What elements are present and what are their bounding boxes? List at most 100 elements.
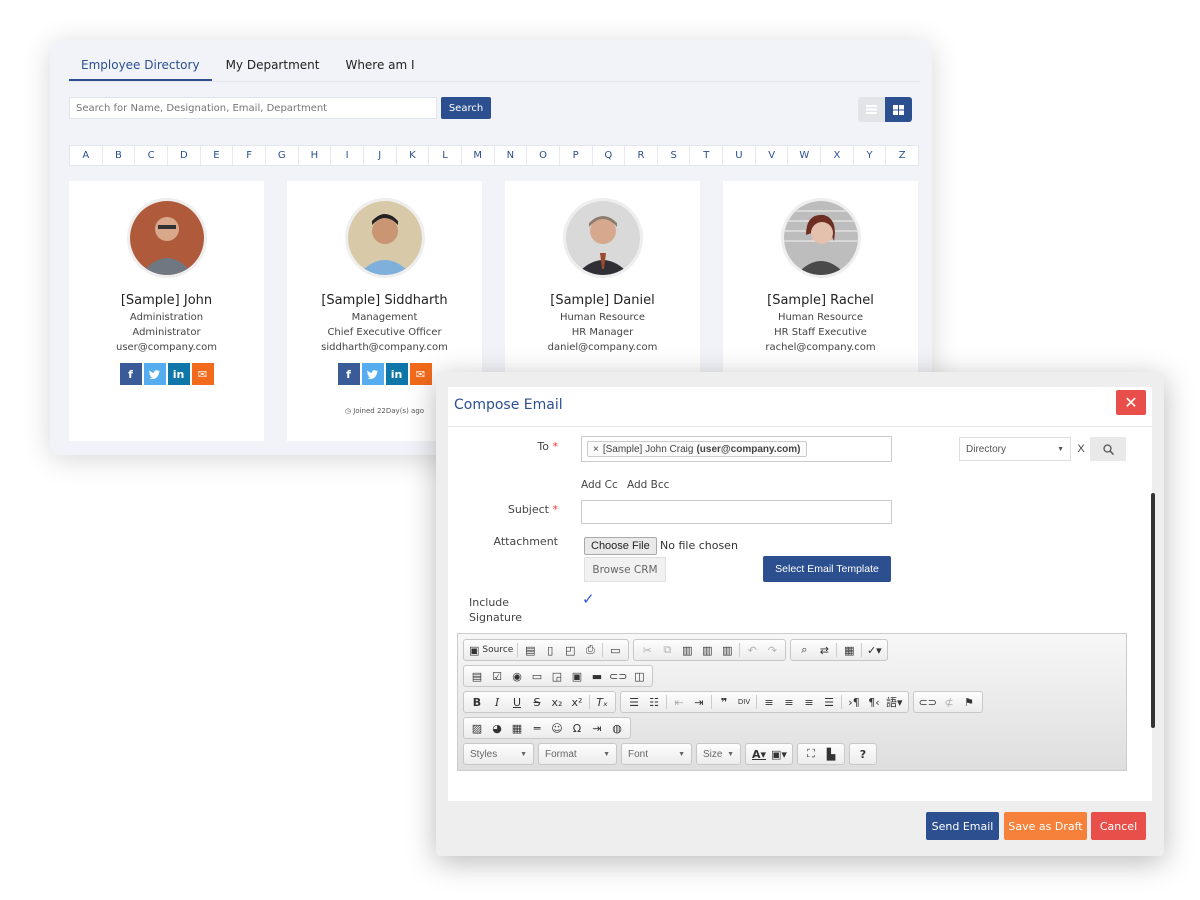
alpha-e[interactable]: E bbox=[201, 146, 234, 165]
alpha-u[interactable]: U bbox=[723, 146, 756, 165]
employee-email[interactable]: rachel@company.com bbox=[723, 342, 918, 353]
copy-icon[interactable]: ⧉ bbox=[657, 641, 677, 659]
image-icon[interactable]: ▨ bbox=[467, 719, 487, 737]
alpha-i[interactable]: I bbox=[331, 146, 364, 165]
undo-icon[interactable]: ↶ bbox=[742, 641, 762, 659]
employee-name[interactable]: [Sample] Daniel bbox=[505, 293, 700, 308]
search-button[interactable]: Search bbox=[441, 97, 491, 119]
alpha-q[interactable]: Q bbox=[593, 146, 626, 165]
new-page-icon[interactable]: ▯ bbox=[540, 641, 560, 659]
employee-name[interactable]: [Sample] John bbox=[69, 293, 264, 308]
alpha-x[interactable]: X bbox=[821, 146, 854, 165]
anchor-flag-icon[interactable]: ⚑ bbox=[959, 693, 979, 711]
indent-icon[interactable]: ⇥ bbox=[689, 693, 709, 711]
paste-text-icon[interactable]: ▥ bbox=[697, 641, 717, 659]
alpha-n[interactable]: N bbox=[495, 146, 528, 165]
cut-icon[interactable]: ✂ bbox=[637, 641, 657, 659]
employee-email[interactable]: user@company.com bbox=[69, 342, 264, 353]
show-blocks-icon[interactable]: ▙ bbox=[821, 745, 841, 763]
page-break-icon[interactable]: ⇥ bbox=[587, 719, 607, 737]
subject-input[interactable] bbox=[581, 500, 892, 524]
select-field-icon[interactable]: ▣ bbox=[567, 667, 587, 685]
grid-view-button[interactable] bbox=[885, 97, 912, 122]
alpha-m[interactable]: M bbox=[462, 146, 495, 165]
alpha-b[interactable]: B bbox=[103, 146, 136, 165]
numbered-list-icon[interactable]: ☰ bbox=[624, 693, 644, 711]
choose-file-button[interactable]: Choose File bbox=[584, 537, 657, 555]
print-icon[interactable]: ⎙ bbox=[580, 641, 600, 659]
blockquote-icon[interactable]: ❞ bbox=[714, 693, 734, 711]
employee-email[interactable]: daniel@company.com bbox=[505, 342, 700, 353]
alpha-z[interactable]: Z bbox=[886, 146, 918, 165]
templates-icon[interactable]: ▭ bbox=[605, 641, 625, 659]
format-dropdown[interactable]: Format ▼ bbox=[538, 743, 617, 765]
italic-icon[interactable]: I bbox=[487, 693, 507, 711]
remove-recipient-icon[interactable]: × bbox=[593, 444, 599, 455]
save-as-draft-button[interactable]: Save as Draft bbox=[1004, 812, 1087, 840]
save-icon[interactable]: ▤ bbox=[520, 641, 540, 659]
alpha-o[interactable]: O bbox=[527, 146, 560, 165]
alpha-r[interactable]: R bbox=[625, 146, 658, 165]
smiley-icon[interactable]: ☺ bbox=[547, 719, 567, 737]
directory-search-input[interactable] bbox=[69, 97, 437, 119]
find-icon[interactable]: ⌕ bbox=[794, 641, 814, 659]
alpha-d[interactable]: D bbox=[168, 146, 201, 165]
directory-clear-button[interactable]: X bbox=[1072, 437, 1090, 461]
strike-icon[interactable]: S bbox=[527, 693, 547, 711]
close-button[interactable]: ✕ bbox=[1116, 390, 1146, 415]
email-icon[interactable]: ✉ bbox=[409, 363, 432, 385]
button-field-icon[interactable]: ▬ bbox=[587, 667, 607, 685]
maximize-icon[interactable]: ⛶ bbox=[801, 745, 821, 763]
send-email-button[interactable]: Send Email bbox=[926, 812, 999, 840]
tab-employee-directory[interactable]: Employee Directory bbox=[69, 54, 212, 81]
language-icon[interactable]: 語▾ bbox=[884, 693, 905, 711]
text-color-icon[interactable]: A▾ bbox=[749, 745, 769, 763]
div-container-icon[interactable]: DIV bbox=[734, 693, 754, 711]
redo-icon[interactable]: ↷ bbox=[762, 641, 782, 659]
alpha-c[interactable]: C bbox=[135, 146, 168, 165]
help-button[interactable]: ? bbox=[853, 745, 873, 763]
alpha-j[interactable]: J bbox=[364, 146, 397, 165]
alpha-a[interactable]: A bbox=[70, 146, 103, 165]
select-email-template-button[interactable]: Select Email Template bbox=[763, 556, 891, 582]
alpha-h[interactable]: H bbox=[299, 146, 332, 165]
alpha-t[interactable]: T bbox=[690, 146, 724, 165]
flash-icon[interactable]: ◕ bbox=[487, 719, 507, 737]
to-field[interactable]: × [Sample] John Craig (user@company.com) bbox=[581, 436, 892, 462]
align-center-icon[interactable]: ≡ bbox=[779, 693, 799, 711]
form-icon[interactable]: ▤ bbox=[467, 667, 487, 685]
browse-crm-button[interactable]: Browse CRM bbox=[584, 557, 666, 582]
directory-search-button[interactable] bbox=[1090, 437, 1126, 461]
subscript-icon[interactable]: x₂ bbox=[547, 693, 567, 711]
replace-icon[interactable]: ⇄ bbox=[814, 641, 834, 659]
tab-where-am-i[interactable]: Where am I bbox=[333, 54, 426, 81]
include-signature-checkbox[interactable]: ✓ bbox=[582, 590, 595, 608]
employee-name[interactable]: [Sample] Rachel bbox=[723, 293, 918, 308]
align-left-icon[interactable]: ≡ bbox=[759, 693, 779, 711]
alpha-l[interactable]: L bbox=[429, 146, 462, 165]
textarea-icon[interactable]: ◲ bbox=[547, 667, 567, 685]
linkedin-icon[interactable]: in bbox=[385, 363, 408, 385]
email-icon[interactable]: ✉ bbox=[191, 363, 214, 385]
image-button-icon[interactable]: ⊂⊃ bbox=[607, 667, 629, 685]
linkedin-icon[interactable]: in bbox=[167, 363, 190, 385]
rich-text-editor[interactable]: ▣ Source ▤ ▯ ◰ ⎙ ▭ ✂ ⧉ ▥ ▥ ▥ ↶ ↷ ⌕ ⇄ ▦ ✓… bbox=[457, 633, 1127, 771]
alpha-v[interactable]: V bbox=[756, 146, 789, 165]
list-view-button[interactable] bbox=[858, 97, 885, 122]
cancel-button[interactable]: Cancel bbox=[1091, 812, 1146, 840]
alpha-s[interactable]: S bbox=[658, 146, 691, 165]
remove-format-icon[interactable]: Tₓ bbox=[592, 693, 612, 711]
link-icon[interactable]: ⊂⊃ bbox=[917, 693, 939, 711]
special-char-icon[interactable]: Ω bbox=[567, 719, 587, 737]
paste-icon[interactable]: ▥ bbox=[677, 641, 697, 659]
twitter-icon[interactable] bbox=[361, 363, 384, 385]
select-all-icon[interactable]: ▦ bbox=[839, 641, 859, 659]
alpha-w[interactable]: W bbox=[788, 146, 822, 165]
checkbox-icon[interactable]: ☑ bbox=[487, 667, 507, 685]
outdent-icon[interactable]: ⇤ bbox=[669, 693, 689, 711]
alpha-k[interactable]: K bbox=[397, 146, 430, 165]
alpha-p[interactable]: P bbox=[560, 146, 593, 165]
ltr-icon[interactable]: ›¶ bbox=[844, 693, 864, 711]
add-bcc-link[interactable]: Add Bcc bbox=[627, 479, 669, 491]
hidden-field-icon[interactable]: ◫ bbox=[629, 667, 649, 685]
